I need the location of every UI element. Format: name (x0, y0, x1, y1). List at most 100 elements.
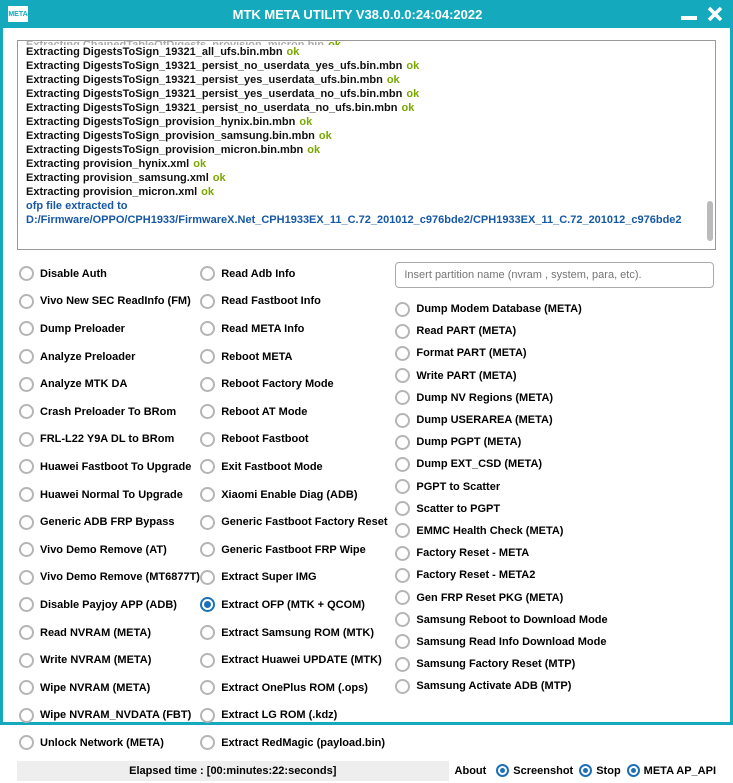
option-radio[interactable]: Dump EXT_CSD (META) (395, 453, 714, 475)
option-radio[interactable]: Dump NV Regions (META) (395, 387, 714, 409)
minimize-button[interactable] (679, 4, 699, 24)
option-label: PGPT to Scatter (416, 481, 500, 493)
option-radio[interactable]: Unlock Network (META) (19, 731, 200, 755)
option-radio[interactable]: Extract Huawei UPDATE (MTK) (200, 648, 395, 672)
radio-icon (395, 324, 410, 339)
option-radio[interactable]: Reboot AT Mode (200, 400, 395, 424)
option-radio[interactable]: Dump USERAREA (META) (395, 409, 714, 431)
option-radio[interactable]: Generic ADB FRP Bypass (19, 510, 200, 534)
option-radio[interactable]: Huawei Normal To Upgrade (19, 483, 200, 507)
option-radio[interactable]: Extract Samsung ROM (MTK) (200, 621, 395, 645)
option-radio[interactable]: PGPT to Scatter (395, 476, 714, 498)
option-radio[interactable]: Samsung Activate ADB (MTP) (395, 675, 714, 697)
option-label: Analyze Preloader (40, 351, 135, 363)
option-radio[interactable]: Factory Reset - META (395, 542, 714, 564)
option-label: Xiaomi Enable Diag (ADB) (221, 489, 357, 501)
log-scrollbar[interactable] (705, 43, 713, 247)
meta-ap-api-button[interactable]: META AP_API (627, 764, 716, 777)
titlebar: META MTK META UTILITY V38.0.0.0:24:04:20… (0, 0, 733, 28)
log-line: Extracting DigestsToSign_19321_persist_y… (26, 73, 707, 87)
option-radio[interactable]: Reboot Factory Mode (200, 372, 395, 396)
option-radio[interactable]: Samsung Read Info Download Mode (395, 631, 714, 653)
option-radio[interactable]: Disable Auth (19, 262, 200, 286)
radio-icon (395, 346, 410, 361)
option-label: Samsung Activate ADB (MTP) (416, 680, 571, 692)
option-radio[interactable]: Wipe NVRAM (META) (19, 676, 200, 700)
option-radio[interactable]: Vivo Demo Remove (AT) (19, 538, 200, 562)
option-radio[interactable]: Vivo Demo Remove (MT6877T) (19, 566, 200, 590)
log-output[interactable]: Extracting ChainedTableOfDigests_provisi… (17, 40, 716, 250)
option-radio[interactable]: FRL-L22 Y9A DL to BRom (19, 428, 200, 452)
option-radio[interactable]: Read NVRAM (META) (19, 621, 200, 645)
option-radio[interactable]: Generic Fastboot FRP Wipe (200, 538, 395, 562)
radio-icon (200, 570, 215, 585)
screenshot-button[interactable]: Screenshot (496, 764, 573, 777)
option-radio[interactable]: Exit Fastboot Mode (200, 455, 395, 479)
option-label: Analyze MTK DA (40, 378, 127, 390)
option-label: Factory Reset - META2 (416, 569, 535, 581)
option-label: Read NVRAM (META) (40, 627, 151, 639)
about-link[interactable]: About (455, 765, 487, 777)
radio-icon (19, 708, 34, 723)
partition-name-input[interactable] (395, 262, 714, 288)
radio-icon (200, 266, 215, 281)
option-radio[interactable]: Write NVRAM (META) (19, 648, 200, 672)
option-radio[interactable]: Samsung Factory Reset (MTP) (395, 653, 714, 675)
radio-icon (395, 523, 410, 538)
radio-icon (19, 294, 34, 309)
option-radio[interactable]: Factory Reset - META2 (395, 564, 714, 586)
option-radio[interactable]: Read Adb Info (200, 262, 395, 286)
option-radio[interactable]: Read PART (META) (395, 320, 714, 342)
option-radio[interactable]: Analyze Preloader (19, 345, 200, 369)
option-radio[interactable]: Dump Modem Database (META) (395, 298, 714, 320)
option-label: Extract RedMagic (payload.bin) (221, 737, 385, 749)
radio-icon (19, 653, 34, 668)
scrollbar-thumb[interactable] (707, 201, 713, 241)
option-label: EMMC Health Check (META) (416, 525, 563, 537)
close-button[interactable] (705, 4, 725, 24)
radio-icon (200, 515, 215, 530)
option-radio[interactable]: Huawei Fastboot To Upgrade (19, 455, 200, 479)
option-radio[interactable]: Extract OFP (MTK + QCOM) (200, 593, 395, 617)
radio-icon (19, 542, 34, 557)
radio-icon (395, 679, 410, 694)
app-logo: META (8, 6, 28, 22)
elapsed-time: Elapsed time : [00:minutes:22:seconds] (17, 761, 449, 781)
radio-icon (200, 349, 215, 364)
option-radio[interactable]: Dump PGPT (META) (395, 431, 714, 453)
option-radio[interactable]: Reboot META (200, 345, 395, 369)
option-label: Dump NV Regions (META) (416, 392, 553, 404)
option-radio[interactable]: Gen FRP Reset PKG (META) (395, 586, 714, 608)
option-radio[interactable]: Scatter to PGPT (395, 498, 714, 520)
option-radio[interactable]: Write PART (META) (395, 365, 714, 387)
radio-icon (395, 501, 410, 516)
option-label: Huawei Fastboot To Upgrade (40, 461, 191, 473)
radio-icon (395, 634, 410, 649)
log-line: Extracting DigestsToSign_provision_samsu… (26, 129, 707, 143)
option-radio[interactable]: Vivo New SEC ReadInfo (FM) (19, 290, 200, 314)
option-radio[interactable]: Format PART (META) (395, 342, 714, 364)
option-radio[interactable]: Generic Fastboot Factory Reset (200, 510, 395, 534)
option-radio[interactable]: Extract Super IMG (200, 566, 395, 590)
log-summary: ofp file extracted to D:/Firmware/OPPO/C… (26, 199, 707, 227)
option-label: Dump EXT_CSD (META) (416, 458, 542, 470)
option-radio[interactable]: Wipe NVRAM_NVDATA (FBT) (19, 704, 200, 728)
option-radio[interactable]: Xiaomi Enable Diag (ADB) (200, 483, 395, 507)
option-radio[interactable]: Read Fastboot Info (200, 290, 395, 314)
option-radio[interactable]: Crash Preloader To BRom (19, 400, 200, 424)
option-radio[interactable]: Samsung Reboot to Download Mode (395, 609, 714, 631)
option-radio[interactable]: Dump Preloader (19, 317, 200, 341)
option-radio[interactable]: Reboot Fastboot (200, 428, 395, 452)
stop-button[interactable]: Stop (579, 764, 620, 777)
option-radio[interactable]: EMMC Health Check (META) (395, 520, 714, 542)
option-label: Vivo Demo Remove (AT) (40, 544, 167, 556)
option-radio[interactable]: Analyze MTK DA (19, 372, 200, 396)
option-radio[interactable]: Extract RedMagic (payload.bin) (200, 731, 395, 755)
radio-icon (200, 321, 215, 336)
option-radio[interactable]: Read META Info (200, 317, 395, 341)
option-label: Unlock Network (META) (40, 737, 164, 749)
option-radio[interactable]: Extract OnePlus ROM (.ops) (200, 676, 395, 700)
option-radio[interactable]: Disable Payjoy APP (ADB) (19, 593, 200, 617)
option-radio[interactable]: Extract LG ROM (.kdz) (200, 704, 395, 728)
option-label: Samsung Read Info Download Mode (416, 636, 606, 648)
